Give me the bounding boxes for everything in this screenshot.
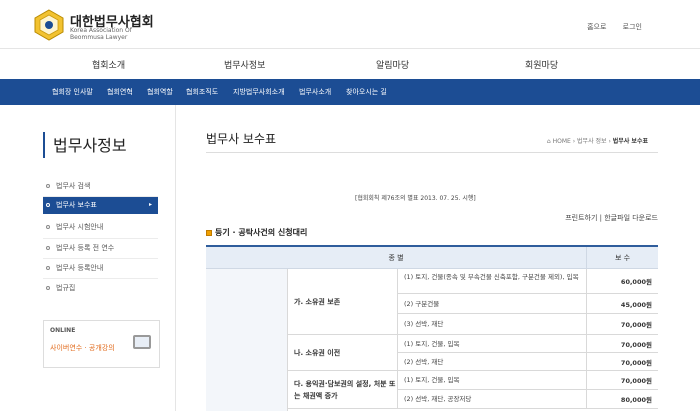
login-link[interactable]: 로그인 [623,23,642,31]
online-label: ONLINE [50,327,76,334]
sub-nav-item-directions[interactable]: 찾아오시는 길 [346,87,387,97]
left-menu-item-exam[interactable]: 법무사 시험안내 [46,219,158,236]
sub-nav-item-history[interactable]: 협회연혁 [107,87,133,97]
main-nav: 협회소개 법무사정보 알림마당 회원마당 [0,48,700,79]
table-category-cell [206,269,288,411]
left-menu-title: 법무사정보 [43,132,127,158]
left-menu-item-registration[interactable]: 법무사 등록안내 [46,260,158,277]
left-menu-item-training[interactable]: 법무사 등록 전 연수 [46,240,158,257]
divider [206,152,658,153]
table-row: (1) 토지, 건물(종속 및 부속건물 신축포함, 구분건물 제외), 입목 … [398,269,658,294]
home-icon: ⌂ [546,138,551,145]
breadcrumb-current: 법무사 보수표 [612,138,648,145]
sub-nav-item-organization[interactable]: 협회조직도 [186,87,218,97]
sub-nav-item-regional[interactable]: 지방법무사회소개 [233,87,285,97]
circle-bullet-icon [46,266,50,270]
top-bar: 대한법무사협회 Korea Association Of Beommusa La… [0,0,700,48]
square-bullet-icon [206,229,212,236]
chevron-right-icon: ▸ [148,201,152,208]
table-header-category: 종 별 [206,247,586,269]
divider [43,278,158,279]
table-row: (3) 선박, 재단 70,000원 [398,314,658,335]
top-links: 홈으로 로그인 [573,22,642,32]
section-title: 등기 · 공탁사건의 신청대리 [206,227,307,238]
divider [43,258,158,259]
circle-bullet-icon [46,203,50,207]
circle-bullet-icon [46,286,50,290]
table-row: (1) 토지, 건물, 입목 70,000원 [398,371,658,390]
circle-bullet-icon [46,246,50,250]
table-row: (2) 구분건물 45,000원 [398,294,658,314]
page-title: 법무사 보수표 [206,132,277,146]
divider [175,105,176,411]
table-group-label: 가. 소유권 보존 [288,269,398,335]
table-row: (1) 토지, 건물, 입목 70,000원 [398,335,658,353]
association-emblem-icon[interactable] [32,9,66,41]
main-nav-item-lawyer-info[interactable]: 법무사정보 [224,58,265,71]
main-nav-item-members[interactable]: 회원마당 [525,58,558,71]
left-menu-item-regulations[interactable]: 법규집 [46,280,158,297]
left-menu-item-search[interactable]: 법무사 검색 [46,178,158,195]
table-group-label: 다. 용익권·담보권의 설정, 처분 또는 채권액 증가 [288,371,398,409]
monitor-icon [133,335,151,349]
breadcrumb-section[interactable]: 법무사 정보 [577,138,607,145]
sub-nav-item-lawyer-intro[interactable]: 법무사소개 [299,87,331,97]
table-header-fee: 보 수 [586,247,658,269]
divider [43,238,158,239]
sub-nav: 협회장 인사말 협회연혁 협회역할 협회조직도 지방법무사회소개 법무사소개 찾… [0,79,700,105]
main-nav-item-about[interactable]: 협회소개 [92,58,125,71]
table-row: (2) 선박, 재단, 공장저당 80,000원 [398,390,658,409]
left-menu-item-fee-table[interactable]: 법무사 보수표 ▸ [43,197,158,214]
main-nav-item-notices[interactable]: 알림마당 [376,58,409,71]
home-link[interactable]: 홈으로 [587,23,606,31]
sub-nav-item-greeting[interactable]: 협회장 인사말 [52,87,93,97]
circle-bullet-icon [46,184,50,188]
fee-table: 종 별 보 수 가. 소유권 보존 (1) 토지, 건물(종속 및 부속건물 신… [206,245,658,411]
breadcrumb: ⌂ HOME › 법무사 정보 › 법무사 보수표 [546,138,648,145]
online-banner-text: 사이버연수 · 공개강의 [50,344,115,352]
table-row: (2) 선박, 재단 70,000원 [398,353,658,371]
sub-nav-item-role[interactable]: 협회역할 [147,87,173,97]
online-banner[interactable]: ONLINE 사이버연수 · 공개강의 [43,320,160,368]
table-group-label: 나. 소유권 이전 [288,335,398,371]
print-download-links[interactable]: 프린트하기 | 한글파일 다운로드 [565,213,658,223]
regulation-notice: [협회회칙 제76조의 별표 2013. 07. 25. 시행] [355,195,476,202]
circle-bullet-icon [46,225,50,229]
brand-name-english: Korea Association Of Beommusa Lawyer [70,27,132,41]
breadcrumb-home[interactable]: HOME [553,138,571,145]
